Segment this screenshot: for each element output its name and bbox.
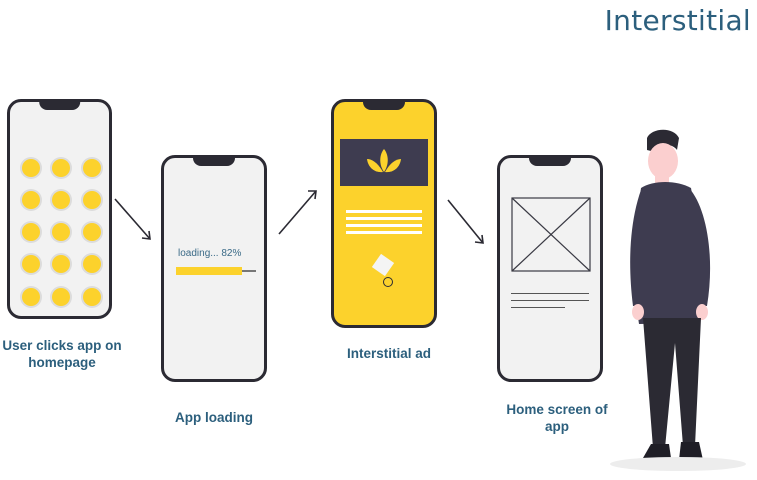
lotus-logo-icon xyxy=(367,149,401,173)
standing-person-illustration xyxy=(610,129,746,471)
ad-text-line xyxy=(346,217,422,220)
step-caption-homepage: User clicks app on homepage xyxy=(2,338,122,370)
step-caption-app-loading: App loading xyxy=(175,410,253,425)
app-icon[interactable] xyxy=(22,159,40,177)
step-caption-home-screen: Home screen of app xyxy=(506,402,608,434)
phone-notch xyxy=(38,101,81,110)
app-icon[interactable] xyxy=(52,191,70,209)
loading-status-text: loading... 82% xyxy=(178,248,242,259)
loading-progress-track xyxy=(176,267,256,275)
phone-notch xyxy=(363,101,405,110)
ad-text-line xyxy=(346,231,422,234)
app-icon[interactable] xyxy=(83,191,101,209)
ad-close-button[interactable] xyxy=(383,277,393,287)
app-icon[interactable] xyxy=(52,255,70,273)
ad-close-diamond[interactable] xyxy=(371,253,395,277)
image-placeholder-icon xyxy=(511,197,591,272)
phone-app-loading: loading... 82% xyxy=(161,155,267,382)
app-icon[interactable] xyxy=(83,255,101,273)
app-icon[interactable] xyxy=(83,159,101,177)
app-icon[interactable] xyxy=(52,288,70,306)
content-text-line xyxy=(511,307,565,308)
app-icon[interactable] xyxy=(52,223,70,241)
content-text-line xyxy=(511,300,589,301)
ad-text-line xyxy=(346,210,422,213)
app-icon[interactable] xyxy=(22,191,40,209)
app-icon[interactable] xyxy=(22,223,40,241)
phone-notch xyxy=(529,157,571,166)
step-caption-interstitial-ad: Interstitial ad xyxy=(346,346,432,361)
app-icon[interactable] xyxy=(52,159,70,177)
content-text-line xyxy=(511,293,589,294)
arrow-down-right-icon xyxy=(447,199,484,244)
app-icon[interactable] xyxy=(83,288,101,306)
app-icon[interactable] xyxy=(83,223,101,241)
ad-banner xyxy=(340,139,428,186)
phone-notch xyxy=(193,157,235,166)
loading-progress-fill xyxy=(176,267,242,275)
app-icon[interactable] xyxy=(22,255,40,273)
arrow-up-right-icon xyxy=(278,190,317,235)
phone-homepage xyxy=(7,99,112,319)
phone-interstitial-ad xyxy=(331,99,437,328)
phone-home-screen xyxy=(497,155,603,382)
arrow-down-right-icon xyxy=(114,198,151,240)
page-title: Interstitial xyxy=(604,4,751,37)
ad-text-line xyxy=(346,224,422,227)
app-icon[interactable] xyxy=(22,288,40,306)
